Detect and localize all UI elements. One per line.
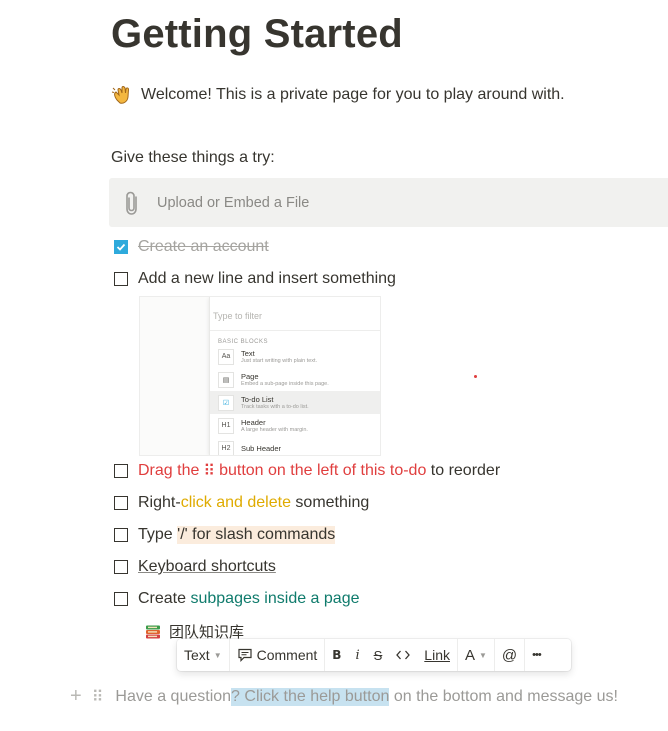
red-dot-marker xyxy=(474,375,477,378)
add-block-icon[interactable]: + xyxy=(70,685,82,708)
checkbox[interactable] xyxy=(114,464,128,478)
todo-item[interactable]: Drag the ⠿ button on the left of this to… xyxy=(114,460,500,482)
inline-code-button[interactable] xyxy=(389,639,417,671)
italic-button[interactable]: i xyxy=(348,639,366,671)
upload-label: Upload or Embed a File xyxy=(157,194,310,211)
todo-text: Create an account xyxy=(138,238,269,255)
text-block-icon: Aa xyxy=(218,348,234,365)
subheader-block-icon: H2 xyxy=(218,440,234,455)
code-icon xyxy=(396,650,411,660)
todo-text: to reorder xyxy=(426,462,501,479)
question-text-selected: ? Click the help button xyxy=(231,687,390,706)
todo-text-highlighted: '/' for slash commands xyxy=(177,526,336,544)
checkbox[interactable] xyxy=(114,560,128,574)
formatting-toolbar: Text ▼ Comment B i S Link A ▼ @ ••• xyxy=(177,639,571,671)
header-block-icon: H1 xyxy=(218,417,234,434)
upload-embed-block[interactable]: Upload or Embed a File xyxy=(109,178,668,227)
todo-text-yellow: click and delete xyxy=(180,494,291,511)
todo-text: Type xyxy=(138,526,178,543)
drag-handle-icon[interactable]: ⠿ xyxy=(92,687,104,707)
todo-item[interactable]: Create an account xyxy=(114,236,269,258)
todo-text: Create xyxy=(138,590,191,607)
mention-button[interactable]: @ xyxy=(495,639,524,671)
checkbox[interactable] xyxy=(114,592,128,606)
checkmark-icon xyxy=(116,243,126,251)
todo-text-red: Drag the xyxy=(138,462,200,479)
preview-item-todo: ☑ To-do List Track tasks with a to-do lis… xyxy=(210,391,380,414)
drag-handle-glyph: ⠿ xyxy=(203,463,216,480)
paperclip-icon xyxy=(126,191,137,215)
checkbox-checked[interactable] xyxy=(114,240,128,254)
todo-text-red: button on the left of this to-do xyxy=(219,462,427,479)
welcome-text: Welcome! This is a private page for you … xyxy=(141,86,565,103)
preview-item-header: H1 Header A large header with margin. xyxy=(210,414,380,437)
text-color-button[interactable]: A ▼ xyxy=(458,639,494,671)
strikethrough-button[interactable]: S xyxy=(367,639,390,671)
todo-text-teal: subpages inside a page xyxy=(190,590,360,607)
preview-item-page: ▤ Page Embed a sub-page inside this page. xyxy=(210,368,380,391)
page-block-icon: ▤ xyxy=(218,371,234,388)
welcome-line[interactable]: Welcome! This is a private page for you … xyxy=(111,84,565,106)
checkbox[interactable] xyxy=(114,272,128,286)
todo-text-underlined: Keyboard shortcuts xyxy=(138,558,276,575)
comment-icon xyxy=(238,648,252,662)
intro-text[interactable]: Give these things a try: xyxy=(111,149,275,167)
todo-item[interactable]: Keyboard shortcuts xyxy=(114,556,276,578)
todo-item[interactable]: Add a new line and insert something xyxy=(114,268,396,290)
comment-button[interactable]: Comment xyxy=(230,639,325,671)
chevron-down-icon: ▼ xyxy=(213,650,222,660)
books-icon xyxy=(146,625,160,638)
todo-block-icon: ☑ xyxy=(218,394,234,411)
preview-filter-input: Type to filter xyxy=(210,297,380,331)
todo-text: something xyxy=(290,494,370,511)
preview-block-menu: Type to filter BASIC BLOCKS Aa Text Just … xyxy=(209,297,380,455)
slash-menu-preview-image: Type to filter BASIC BLOCKS Aa Text Just … xyxy=(139,296,381,456)
link-button[interactable]: Link xyxy=(417,639,457,671)
todo-item[interactable]: Right- click and delete something xyxy=(114,492,369,514)
more-options-button[interactable]: ••• xyxy=(525,639,548,671)
turn-into-text-button[interactable]: Text ▼ xyxy=(177,639,229,671)
preview-item-text: Aa Text Just start writing with plain tex… xyxy=(210,345,380,368)
preview-section-label: BASIC BLOCKS xyxy=(218,339,269,345)
bold-button[interactable]: B xyxy=(325,639,348,671)
waving-hand-icon xyxy=(111,86,130,104)
checkbox[interactable] xyxy=(114,528,128,542)
checkbox[interactable] xyxy=(114,496,128,510)
chevron-down-icon: ▼ xyxy=(479,650,487,660)
todo-text: Add a new line and insert something xyxy=(138,270,396,287)
help-line[interactable]: + ⠿ Have a question ? Click the help but… xyxy=(70,685,618,708)
preview-item-subheader: H2 Sub Header xyxy=(210,437,380,455)
question-text: on the bottom and message us! xyxy=(389,687,618,705)
page-title[interactable]: Getting Started xyxy=(111,12,403,57)
todo-item[interactable]: Type '/' for slash commands xyxy=(114,524,336,546)
todo-text: Right- xyxy=(138,494,181,511)
todo-item[interactable]: Create subpages inside a page xyxy=(114,588,360,610)
question-text: Have a question xyxy=(115,687,232,705)
